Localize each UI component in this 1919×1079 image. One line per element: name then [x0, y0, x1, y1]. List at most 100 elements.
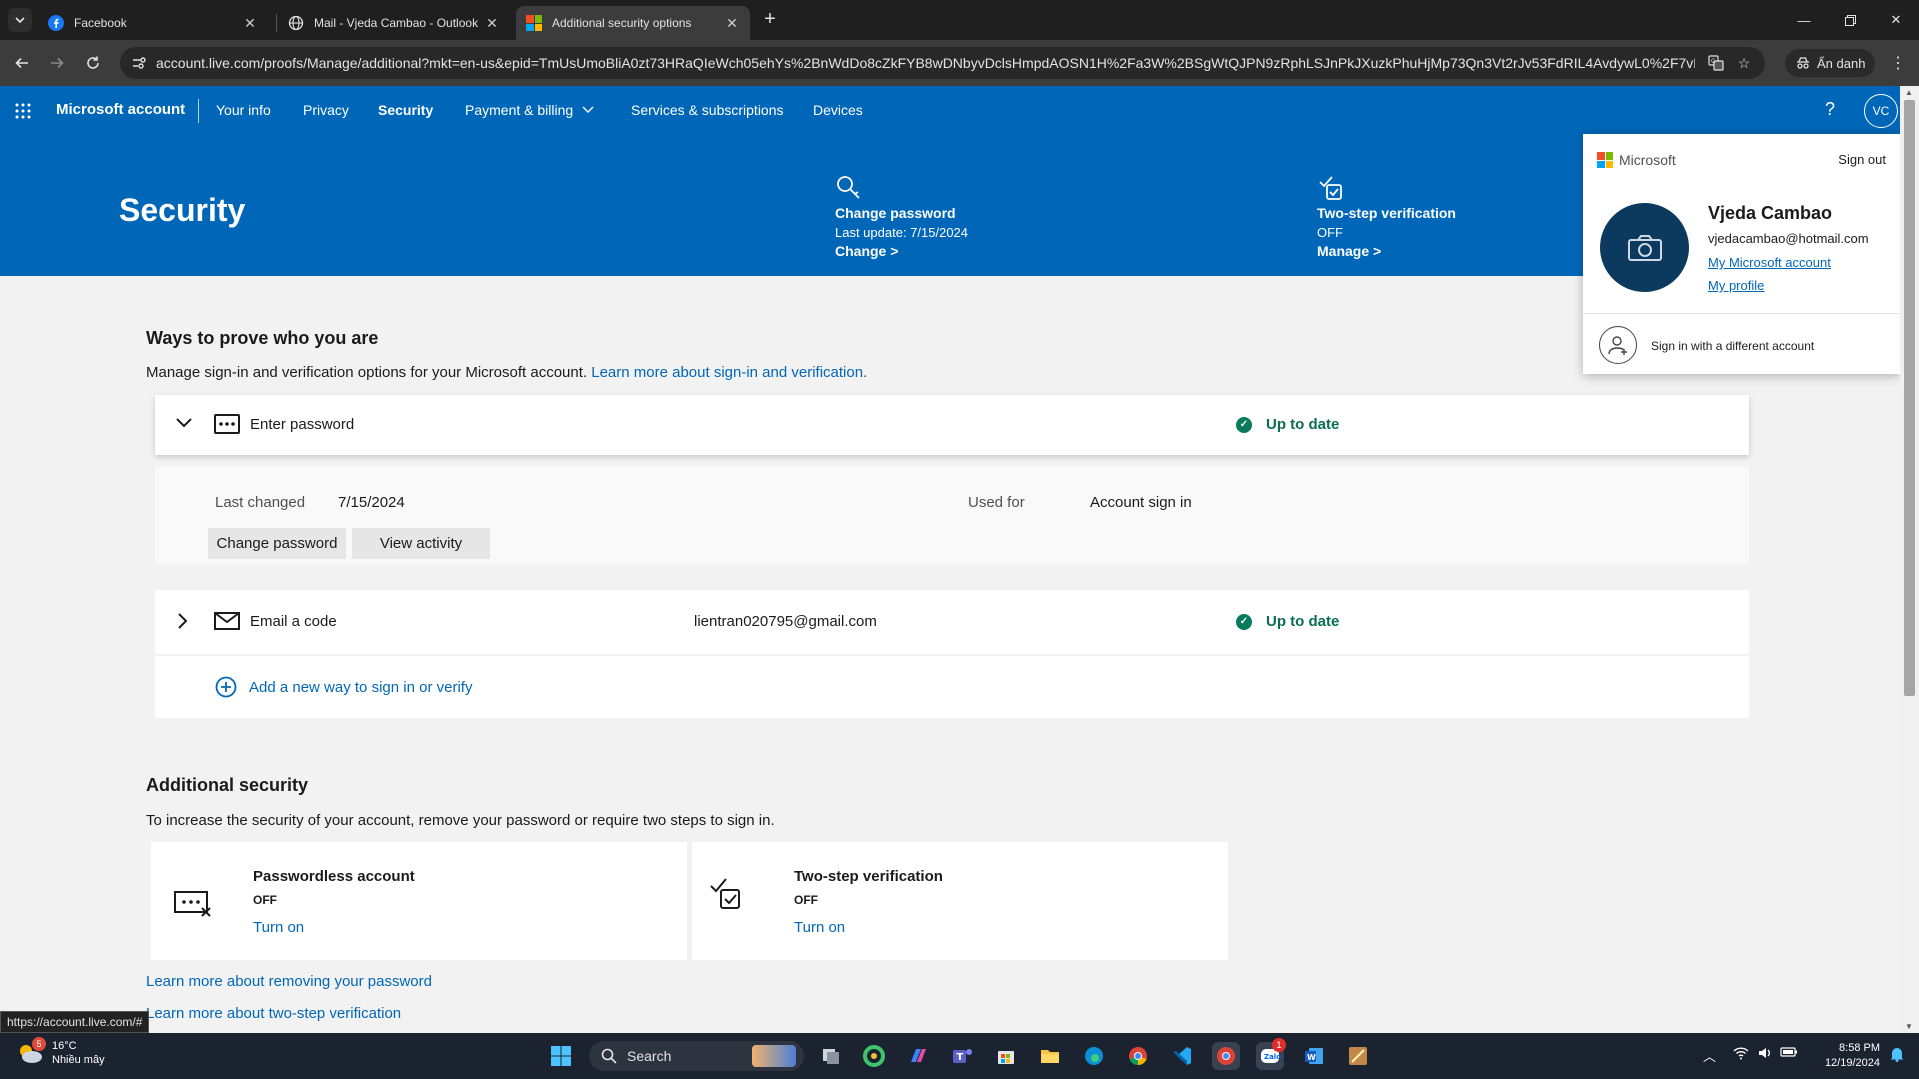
add-method-row: Add a new way to sign in or verify [155, 656, 1749, 718]
close-window-button[interactable]: ✕ [1873, 0, 1919, 40]
weather-text: 16°C Nhiều mây [52, 1039, 105, 1067]
taskbar-search[interactable]: Search [589, 1041, 804, 1071]
chevron-right-icon[interactable] [177, 612, 189, 630]
change-password-button[interactable]: Change password [208, 528, 346, 559]
tray-overflow-icon[interactable]: ︿ [1703, 1046, 1716, 1065]
chrome-icon[interactable] [1124, 1042, 1152, 1070]
account-flyout: Microsoft Sign out Vjeda Cambao vjedacam… [1583, 134, 1900, 374]
add-person-icon[interactable] [1599, 326, 1637, 364]
site-info-icon[interactable] [130, 54, 148, 72]
close-tab-icon[interactable]: ✕ [242, 15, 258, 32]
browser-toolbar: account.live.com/proofs/Manage/additiona… [0, 40, 1919, 86]
passwordless-turn-on-link[interactable]: Turn on [253, 919, 304, 936]
nav-payment-billing[interactable]: Payment & billing [465, 102, 595, 118]
close-tab-icon[interactable]: ✕ [484, 15, 500, 32]
system-clock[interactable]: 8:58 PM 12/19/2024 [1800, 1041, 1880, 1071]
restore-button[interactable] [1827, 0, 1873, 40]
app-game-icon[interactable] [1344, 1042, 1372, 1070]
tab-outlook[interactable]: Mail - Vjeda Cambao - Outlook ✕ [278, 6, 510, 40]
learn-remove-password-link[interactable]: Learn more about removing your password [146, 973, 432, 990]
incognito-label: Ẩn danh [1817, 55, 1866, 71]
two-step-manage-link[interactable]: Manage > [1317, 242, 1456, 261]
scrollbar-thumb[interactable] [1904, 100, 1915, 696]
close-tab-icon[interactable]: ✕ [724, 15, 740, 32]
email-status: ✓ Up to date [1236, 613, 1339, 630]
nav-devices[interactable]: Devices [813, 102, 863, 118]
nav-your-info[interactable]: Your info [216, 102, 271, 118]
back-button[interactable] [10, 51, 34, 75]
avatar-button[interactable]: VC [1864, 94, 1898, 128]
translate-icon[interactable]: G [1707, 54, 1725, 72]
learn-two-step-link[interactable]: Learn more about two-step verification [146, 1005, 401, 1022]
weather-badge: 5 [32, 1037, 46, 1051]
page-title: Security [119, 192, 246, 228]
two-step-card: Two-step verification OFF Turn on [692, 842, 1228, 960]
password-method-label: Enter password [250, 416, 355, 433]
wifi-icon[interactable] [1733, 1046, 1749, 1063]
brand-link[interactable]: Microsoft account [56, 101, 185, 118]
file-explorer-icon[interactable] [1036, 1042, 1064, 1070]
start-button[interactable] [547, 1042, 575, 1070]
two-step-turn-on-link[interactable]: Turn on [794, 919, 845, 936]
forward-button[interactable] [45, 51, 69, 75]
battery-icon[interactable] [1780, 1046, 1798, 1061]
tab-label: Facebook [74, 16, 127, 30]
app-launcher-icon[interactable] [14, 102, 32, 123]
add-method-link[interactable]: Add a new way to sign in or verify [215, 676, 472, 698]
tab-search-button[interactable] [8, 8, 32, 32]
email-method-row[interactable]: Email a code lientran020795@gmail.com ✓ … [155, 590, 1749, 654]
tab-facebook[interactable]: Facebook ✕ [38, 6, 268, 40]
vscode-icon[interactable] [1168, 1042, 1196, 1070]
my-profile-link[interactable]: My profile [1708, 278, 1764, 293]
new-tab-button[interactable]: + [760, 9, 780, 30]
edge-icon[interactable] [1080, 1042, 1108, 1070]
scroll-down-icon[interactable]: ▼ [1905, 1022, 1913, 1031]
word-icon[interactable]: W [1300, 1042, 1328, 1070]
sign-out-link[interactable]: Sign out [1838, 152, 1886, 167]
password-method-row[interactable]: Enter password ✓ Up to date [155, 395, 1749, 455]
volume-icon[interactable] [1757, 1046, 1773, 1063]
copilot-app-icon[interactable] [860, 1042, 888, 1070]
used-for-value: Account sign in [1090, 494, 1192, 511]
password-remove-icon [174, 891, 211, 917]
task-view-icon[interactable] [817, 1042, 845, 1070]
tab-divider [276, 14, 277, 32]
nav-services-subscriptions[interactable]: Services & subscriptions [631, 102, 784, 118]
my-microsoft-account-link[interactable]: My Microsoft account [1708, 255, 1831, 270]
help-icon[interactable]: ? [1825, 99, 1835, 120]
clock-time: 8:58 PM [1839, 1042, 1880, 1054]
camera-icon [1627, 234, 1662, 261]
sign-in-different-account-link[interactable]: Sign in with a different account [1651, 339, 1814, 353]
learn-sign-in-link[interactable]: Learn more about sign-in and verificatio… [591, 364, 867, 381]
address-bar[interactable]: account.live.com/proofs/Manage/additiona… [120, 47, 1765, 79]
chrome-incognito-icon[interactable] [1212, 1042, 1240, 1070]
chevron-down-icon[interactable] [175, 417, 193, 429]
windows-icon [551, 1046, 571, 1066]
nav-privacy[interactable]: Privacy [303, 102, 349, 118]
store-icon[interactable] [992, 1042, 1020, 1070]
reload-button[interactable] [81, 51, 105, 75]
taskbar-search-label: Search [627, 1048, 672, 1064]
tab-security-options[interactable]: Additional security options ✕ [516, 6, 750, 40]
teams-icon[interactable]: T [948, 1042, 976, 1070]
two-step-detail: OFF [1317, 225, 1343, 240]
minimize-button[interactable]: — [1781, 0, 1827, 40]
search-icon [601, 1048, 617, 1064]
used-for-label: Used for [968, 494, 1025, 511]
change-password-link[interactable]: Change > [835, 242, 968, 261]
nav-security[interactable]: Security [378, 102, 433, 118]
change-password-summary: Change password Last update: 7/15/2024 C… [835, 174, 968, 261]
zalo-icon[interactable]: Zalo 1 [1256, 1038, 1286, 1070]
bookmark-star-icon[interactable]: ☆ [1735, 54, 1753, 72]
tab-strip: Facebook ✕ Mail - Vjeda Cambao - Outlook… [0, 0, 1919, 40]
browser-menu-button[interactable]: ⋮ [1886, 51, 1910, 75]
notification-bell-icon[interactable] [1890, 1046, 1904, 1065]
view-activity-button[interactable]: View activity [352, 528, 490, 559]
copilot-icon[interactable] [904, 1042, 932, 1070]
profile-photo[interactable] [1600, 203, 1689, 292]
weather-widget[interactable]: 5 16°C Nhiều mây [16, 1037, 105, 1067]
scroll-up-icon[interactable]: ▲ [1905, 88, 1913, 97]
url-text: account.live.com/proofs/Manage/additiona… [156, 55, 1695, 71]
incognito-indicator[interactable]: Ẩn danh [1785, 49, 1876, 77]
page-scrollbar[interactable]: ▲ ▼ [1900, 86, 1919, 1033]
